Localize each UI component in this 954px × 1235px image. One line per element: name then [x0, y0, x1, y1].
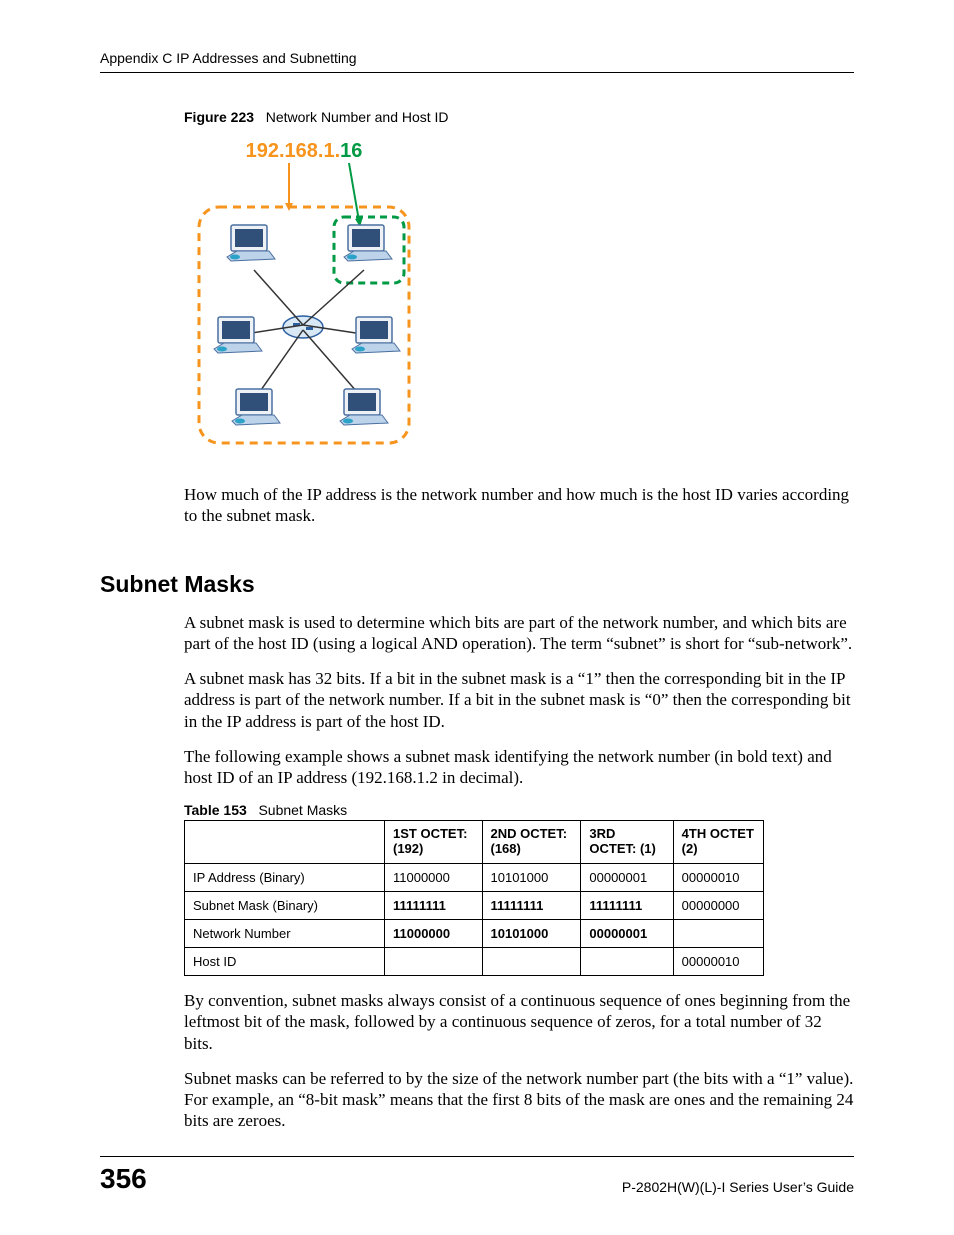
network-diagram-svg: 192.168.1.16: [184, 135, 424, 455]
subnet-masks-table: 1ST OCTET: (192) 2ND OCTET: (168) 3RD OC…: [184, 820, 764, 976]
computer-icon: [344, 225, 392, 261]
table-row: Network Number110000001010100000000001: [185, 920, 764, 948]
table-cell: 10101000: [482, 920, 581, 948]
figure-label: Figure 223: [184, 109, 254, 125]
table-label: Table 153: [184, 802, 247, 818]
computer-icon: [352, 317, 400, 353]
figure-caption: Figure 223 Network Number and Host ID: [184, 109, 854, 125]
table-cell: 00000001: [581, 920, 673, 948]
table-header-cell: [185, 821, 385, 864]
paragraph: A subnet mask has 32 bits. If a bit in t…: [184, 668, 854, 732]
table-cell: [673, 920, 763, 948]
table-cell: Host ID: [185, 948, 385, 976]
table-cell: [482, 948, 581, 976]
paragraph: The following example shows a subnet mas…: [184, 746, 854, 789]
page-header: Appendix C IP Addresses and Subnetting: [100, 50, 854, 73]
paragraph: By convention, subnet masks always consi…: [184, 990, 854, 1054]
svg-text:192.168.1.16: 192.168.1.16: [246, 140, 363, 162]
table-cell: 10101000: [482, 864, 581, 892]
table-cell: 00000010: [673, 864, 763, 892]
computer-icon: [232, 389, 280, 425]
table-cell: 11111111: [385, 892, 483, 920]
page-number: 356: [100, 1163, 147, 1195]
table-row: Host ID 00000010: [185, 948, 764, 976]
table-header-cell: 2ND OCTET: (168): [482, 821, 581, 864]
table-cell: 00000010: [673, 948, 763, 976]
paragraph: Subnet masks can be referred to by the s…: [184, 1068, 854, 1132]
table-cell: Subnet Mask (Binary): [185, 892, 385, 920]
section-heading: Subnet Masks: [100, 571, 854, 598]
figure-caption-text: Network Number and Host ID: [266, 109, 449, 125]
guide-name: P-2802H(W)(L)-I Series User’s Guide: [622, 1179, 854, 1195]
table-cell: Network Number: [185, 920, 385, 948]
table-cell: 00000000: [673, 892, 763, 920]
network-diagram: 192.168.1.16: [184, 135, 854, 460]
table-caption-text: Subnet Masks: [258, 802, 347, 818]
table-cell: IP Address (Binary): [185, 864, 385, 892]
table-header-cell: 4TH OCTET (2): [673, 821, 763, 864]
table-row: IP Address (Binary)110000001010100000000…: [185, 864, 764, 892]
table-row: Subnet Mask (Binary)11111111111111111111…: [185, 892, 764, 920]
table-cell: [581, 948, 673, 976]
table-cell: 11111111: [581, 892, 673, 920]
table-header-row: 1ST OCTET: (192) 2ND OCTET: (168) 3RD OC…: [185, 821, 764, 864]
table-cell: 11000000: [385, 864, 483, 892]
computer-icon: [214, 317, 262, 353]
table-cell: 11111111: [482, 892, 581, 920]
table-cell: 11000000: [385, 920, 483, 948]
ip-network-text: 192.168.1.: [246, 140, 341, 162]
ip-host-text: 16: [340, 140, 362, 162]
table-header-cell: 1ST OCTET: (192): [385, 821, 483, 864]
table-caption: Table 153 Subnet Masks: [184, 802, 854, 818]
page-footer: 356 P-2802H(W)(L)-I Series User’s Guide: [100, 1156, 854, 1195]
paragraph: How much of the IP address is the networ…: [184, 484, 854, 527]
computer-icon: [340, 389, 388, 425]
table-header-cell: 3RD OCTET: (1): [581, 821, 673, 864]
paragraph: A subnet mask is used to determine which…: [184, 612, 854, 655]
table-cell: [385, 948, 483, 976]
table-cell: 00000001: [581, 864, 673, 892]
computer-icon: [227, 225, 275, 261]
